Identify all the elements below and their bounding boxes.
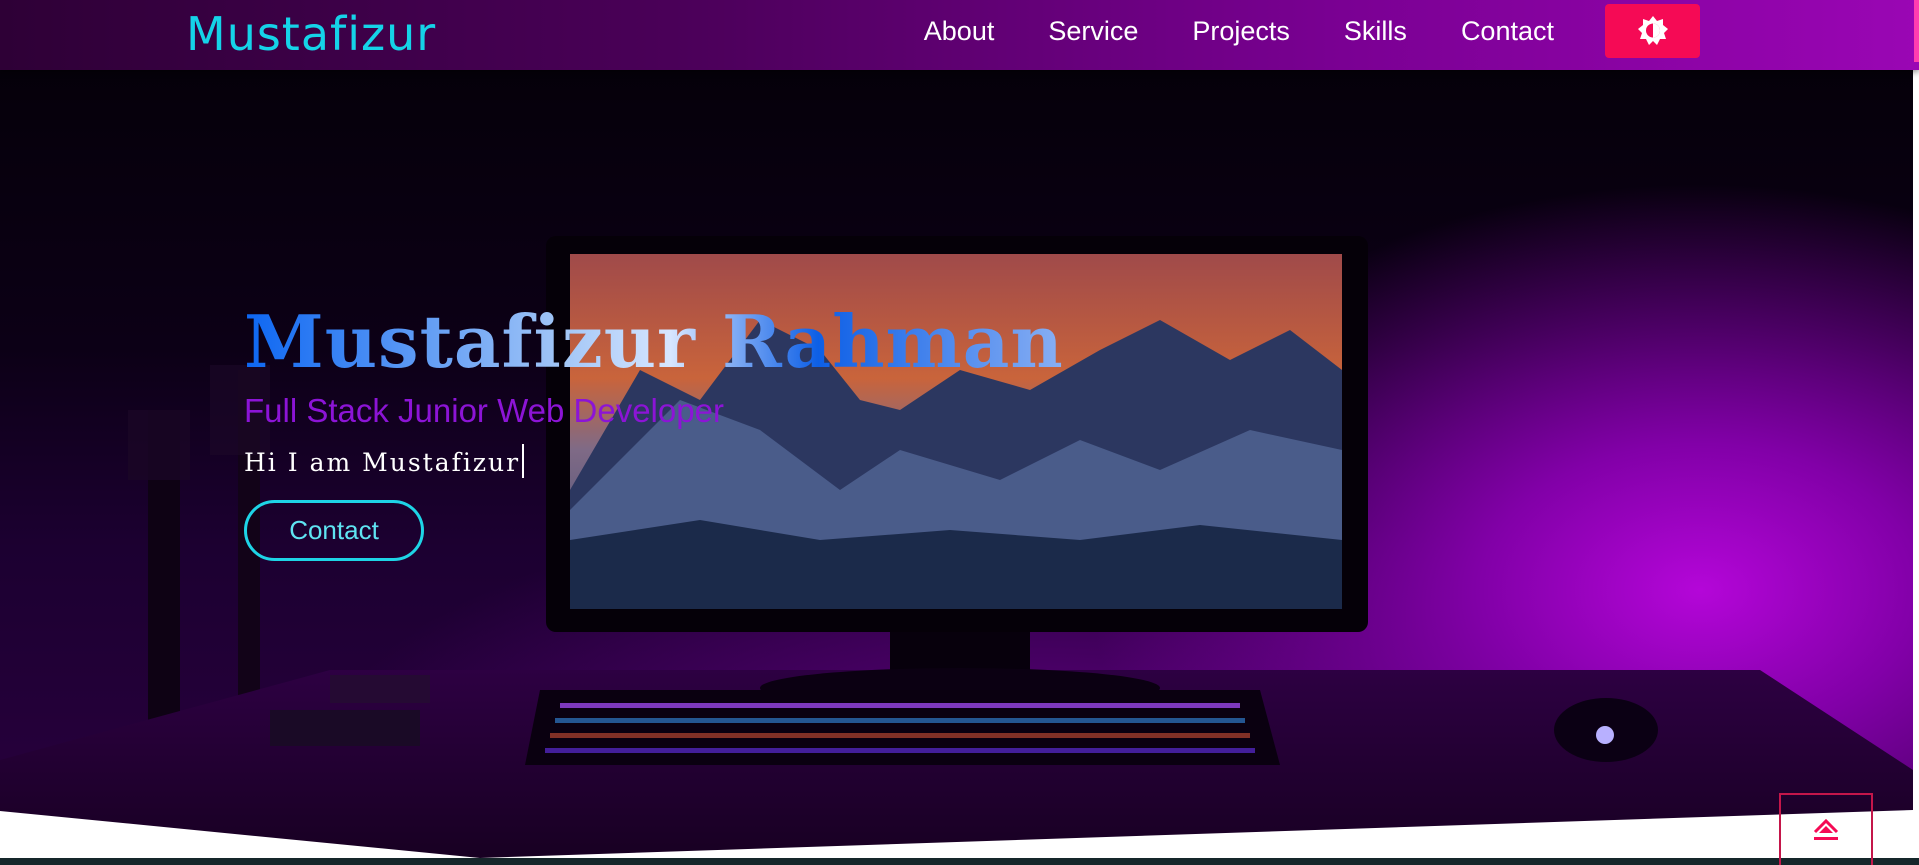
nav-link-about[interactable]: About	[924, 16, 995, 47]
back-to-top-button[interactable]	[1779, 793, 1873, 865]
next-section-edge	[0, 858, 1919, 865]
theme-toggle-button[interactable]	[1605, 4, 1700, 58]
nav-link-skills[interactable]: Skills	[1344, 16, 1407, 47]
nav-menu: About Service Projects Skills Contact	[870, 0, 1554, 62]
site-navbar: Mustafizur About Service Projects Skills…	[0, 0, 1919, 70]
scrollbar-edge	[1914, 0, 1919, 62]
section-divider	[0, 70, 1919, 860]
site-logo[interactable]: Mustafizur	[186, 4, 436, 64]
nav-link-projects[interactable]: Projects	[1192, 16, 1290, 47]
nav-link-service[interactable]: Service	[1048, 16, 1138, 47]
nav-link-contact[interactable]: Contact	[1461, 16, 1554, 47]
brightness-icon	[1637, 16, 1668, 45]
eject-arrow-icon	[1813, 818, 1839, 840]
